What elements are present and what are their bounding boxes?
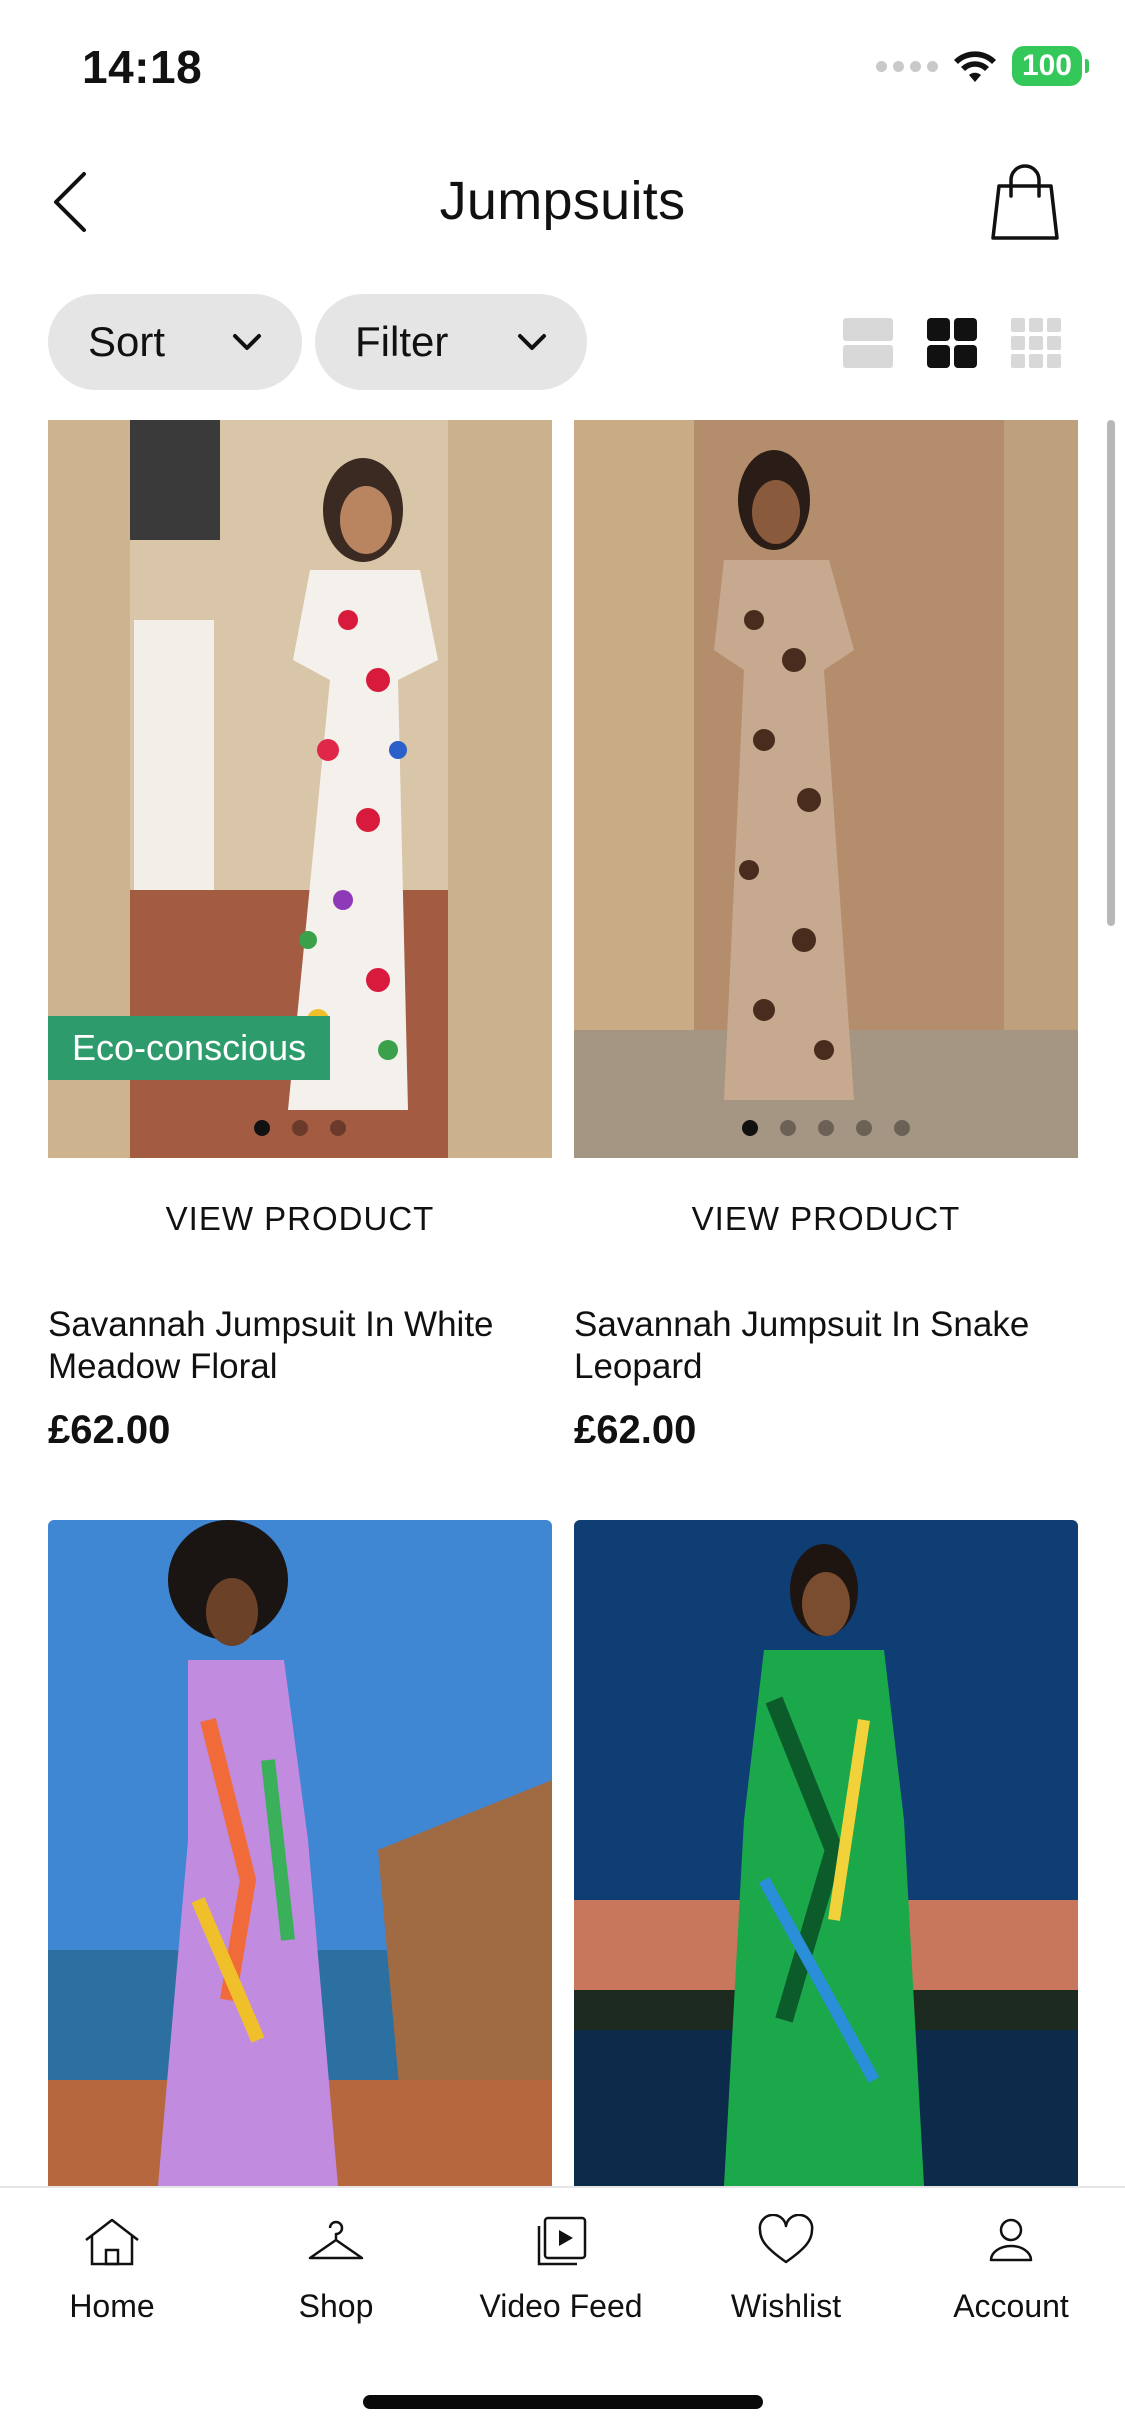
hanger-icon xyxy=(308,2220,364,2260)
product-photo-lilac-tropical xyxy=(48,1520,552,2186)
product-photo-snake-leopard xyxy=(574,420,1078,1158)
video-feed-icon xyxy=(537,2216,587,2266)
product-price: £62.00 xyxy=(574,1408,697,1452)
eco-conscious-badge: Eco-conscious xyxy=(48,1016,331,1080)
tab-wishlist[interactable]: Wishlist xyxy=(686,2214,886,2325)
scroll-indicator[interactable] xyxy=(1107,420,1115,926)
home-icon xyxy=(85,2218,139,2266)
home-indicator[interactable] xyxy=(363,2395,763,2409)
single-column-view-icon[interactable] xyxy=(841,316,895,370)
tab-label: Account xyxy=(953,2288,1069,2324)
grid-view-toggles xyxy=(841,316,1063,370)
view-product-link[interactable]: VIEW PRODUCT xyxy=(574,1200,1078,1238)
navigation-header: Jumpsuits xyxy=(0,140,1125,260)
product-image[interactable]: Eco-conscious xyxy=(48,420,552,1158)
page-title: Jumpsuits xyxy=(439,171,686,231)
tab-video-feed[interactable]: Video Feed xyxy=(461,2214,661,2325)
shopping-bag-button[interactable] xyxy=(985,160,1065,244)
status-indicators: 100 xyxy=(875,46,1090,86)
tab-shop[interactable]: Shop xyxy=(236,2214,436,2325)
tab-label: Home xyxy=(69,2288,155,2324)
product-photo-green-tropical xyxy=(574,1520,1078,2186)
sort-label: Sort xyxy=(88,318,166,365)
battery-indicator: 100 xyxy=(1011,46,1090,86)
product-name[interactable]: Savannah Jumpsuit In Snake Leopard xyxy=(574,1304,1078,1388)
heart-icon xyxy=(758,2214,814,2264)
sort-filter-toolbar: Sort Filter xyxy=(0,292,1125,392)
shopping-bag-icon xyxy=(991,164,1059,240)
tab-label: Shop xyxy=(298,2288,374,2324)
chevron-down-icon xyxy=(518,334,546,350)
tab-home[interactable]: Home xyxy=(12,2214,212,2325)
product-image[interactable] xyxy=(48,1520,552,2186)
tab-account[interactable]: Account xyxy=(911,2214,1111,2325)
product-price: £62.00 xyxy=(48,1408,171,1452)
view-product-link[interactable]: VIEW PRODUCT xyxy=(48,1200,552,1238)
image-carousel-dots[interactable] xyxy=(574,1120,1078,1136)
product-image[interactable] xyxy=(574,1520,1078,2186)
cellular-signal-icon xyxy=(875,60,938,72)
three-column-view-icon[interactable] xyxy=(1009,316,1063,370)
status-bar: 14:18 100 xyxy=(0,0,1125,140)
filter-label: Filter xyxy=(355,318,449,365)
filter-button[interactable]: Filter xyxy=(315,294,587,390)
account-icon xyxy=(989,2218,1033,2262)
status-time: 14:18 xyxy=(82,41,203,93)
tab-label: Video Feed xyxy=(479,2288,643,2324)
sort-button[interactable]: Sort xyxy=(48,294,302,390)
wifi-icon xyxy=(953,51,996,82)
tab-label: Wishlist xyxy=(730,2288,842,2324)
chevron-down-icon xyxy=(233,334,261,350)
product-name[interactable]: Savannah Jumpsuit In White Meadow Floral xyxy=(48,1304,552,1388)
image-carousel-dots[interactable] xyxy=(48,1120,552,1136)
product-image[interactable] xyxy=(574,420,1078,1158)
two-column-view-icon[interactable] xyxy=(925,316,979,370)
